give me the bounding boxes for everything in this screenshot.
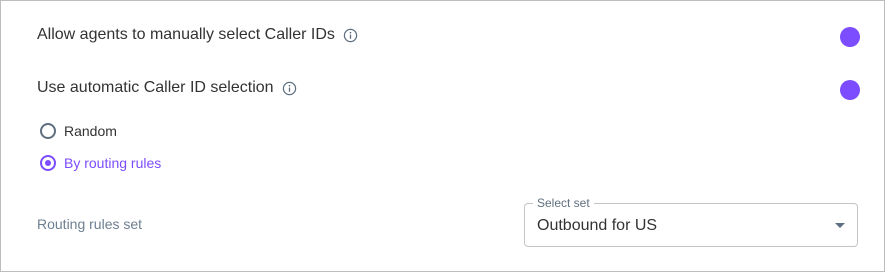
caller-id-settings-panel: Allow agents to manually select Caller I… bbox=[0, 0, 885, 272]
automatic-caller-id-label: Use automatic Caller ID selection bbox=[37, 79, 274, 96]
radio-random-label: Random bbox=[64, 123, 117, 139]
manual-caller-id-toggle[interactable] bbox=[826, 26, 862, 48]
toggle-thumb bbox=[840, 27, 860, 47]
radio-by-routing-rules[interactable]: By routing rules bbox=[40, 155, 161, 171]
automatic-caller-id-row: Use automatic Caller ID selection bbox=[37, 79, 297, 97]
routing-rules-set-label: Routing rules set bbox=[37, 216, 143, 232]
automatic-caller-id-toggle[interactable] bbox=[826, 79, 862, 101]
radio-by-routing-rules-label: By routing rules bbox=[64, 155, 162, 171]
select-set-legend: Select set bbox=[533, 196, 594, 210]
routing-rules-set-select[interactable]: Select set Outbound for US bbox=[524, 196, 858, 247]
caret-down-icon[interactable] bbox=[835, 223, 845, 228]
info-icon[interactable] bbox=[282, 81, 297, 96]
radio-button-unchecked[interactable] bbox=[40, 123, 56, 139]
manual-caller-id-row: Allow agents to manually select Caller I… bbox=[37, 26, 358, 44]
radio-button-checked[interactable] bbox=[40, 155, 56, 171]
select-set-value: Outbound for US bbox=[537, 217, 658, 234]
toggle-thumb bbox=[840, 80, 860, 100]
manual-caller-id-label: Allow agents to manually select Caller I… bbox=[37, 26, 335, 43]
radio-random[interactable]: Random bbox=[40, 123, 117, 139]
info-icon[interactable] bbox=[343, 28, 358, 43]
